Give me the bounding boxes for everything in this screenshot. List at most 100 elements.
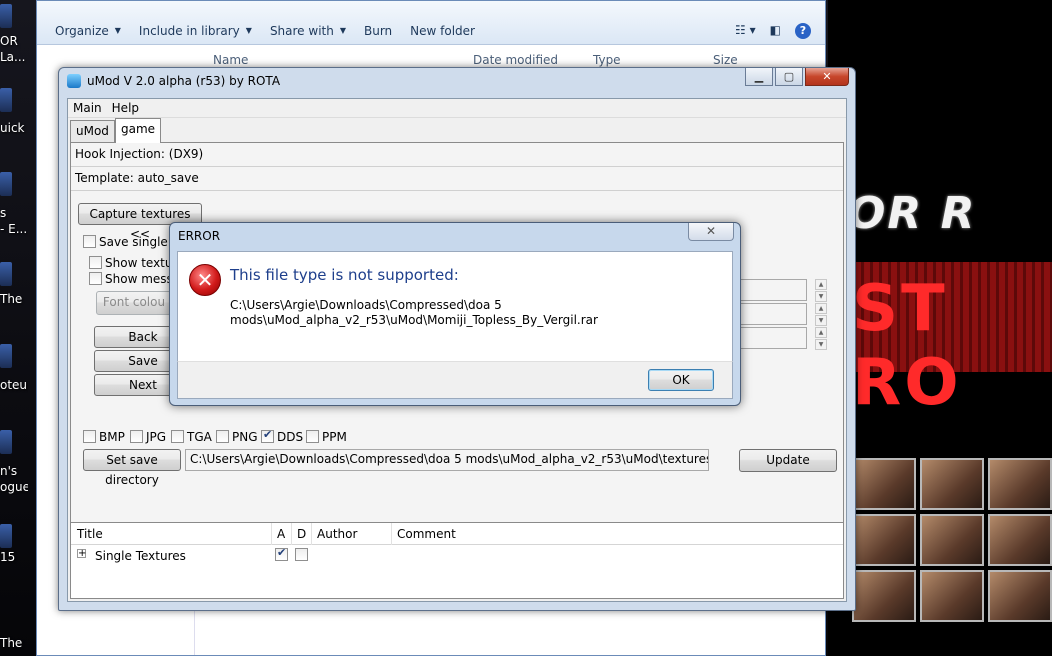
row-title: Single Textures [95,549,186,563]
error-dialog: ERROR ✕ ✕ This file type is not supporte… [169,222,741,406]
format-png-checkbox[interactable] [216,430,229,443]
column-comment[interactable]: Comment [397,527,456,541]
show-textures-checkbox[interactable] [89,256,102,269]
character-portrait [988,514,1052,566]
desktop-icon-1[interactable] [0,4,12,28]
explorer-toolbar: Organize ▼ Include in library ▼ Share with… [37,1,825,45]
font-colour-button[interactable]: Font colou [96,291,172,315]
spin-up-icon: ▲ [815,327,827,338]
show-messages-checkbox[interactable] [89,272,102,285]
umod-titlebar[interactable]: uMod V 2.0 alpha (r53) by ROTA ▁ ▢ ✕ [59,68,855,94]
format-bmp-checkbox[interactable] [83,430,96,443]
expand-icon[interactable]: + [77,549,86,559]
format-tga-label: TGA [187,430,212,444]
column-separator [271,523,272,545]
menu-main[interactable]: Main [68,101,107,115]
column-name[interactable]: Name [213,53,248,67]
column-author[interactable]: Author [317,527,357,541]
desktop-icon-label: La... [0,50,26,64]
row-a-checkbox[interactable] [275,546,288,561]
column-date-modified[interactable]: Date modified [473,53,558,67]
row-d-checkbox[interactable] [295,548,308,561]
spin-down-icon: ▼ [815,315,827,326]
column-title[interactable]: Title [77,527,103,541]
desktop-icon-label: s [0,206,7,220]
desktop-icon-7[interactable] [0,524,12,548]
column-separator [391,523,392,545]
spinner-1[interactable]: ▲ ▼ [815,279,827,303]
organize-label: Organize [55,23,109,38]
column-type[interactable]: Type [593,53,621,67]
tab-umod[interactable]: uMod [70,120,115,142]
character-portrait [988,458,1052,510]
dialog-body: ✕ This file type is not supported: C:\Us… [177,251,733,361]
format-ppm-label: PPM [322,430,347,444]
game-banner-lettering: ST RO [852,272,962,420]
organize-menu[interactable]: Organize ▼ [55,24,121,38]
minimize-button[interactable]: ▁ [745,68,773,86]
tab-strip: uMod game [68,118,846,143]
preview-pane-icon[interactable]: ◧ [770,23,781,39]
tab-game[interactable]: game [115,118,162,143]
desktop-icon-6[interactable] [0,430,12,454]
dialog-title: ERROR [178,229,221,243]
close-icon: ✕ [822,70,832,83]
character-portrait [852,570,916,622]
format-jpg-label: JPG [146,430,167,444]
column-separator [291,523,292,545]
save-directory-field[interactable]: C:\Users\Argie\Downloads\Compressed\doa … [185,449,709,471]
desktop-icon-5[interactable] [0,344,12,368]
template-label: Template: auto_save [71,167,843,191]
format-jpg-checkbox[interactable] [130,430,143,443]
column-a[interactable]: A [277,527,285,541]
desktop-icon-label: ogue [0,480,28,494]
include-in-library-menu[interactable]: Include in library ▼ [139,24,252,38]
column-size[interactable]: Size [713,53,738,67]
format-dds-checkbox[interactable] [261,428,274,443]
character-portrait [920,458,984,510]
desktop-icon-3[interactable] [0,172,12,196]
maximize-icon: ▢ [783,70,795,83]
spinner-2[interactable]: ▲ ▼ [815,303,827,327]
desktop-icon-2[interactable] [0,88,12,112]
format-tga-checkbox[interactable] [171,430,184,443]
new-folder-button[interactable]: New folder [410,24,475,38]
desktop-icon-label: The [0,292,23,306]
character-portrait [920,514,984,566]
save-single-checkbox[interactable] [83,235,96,248]
maximize-button[interactable]: ▢ [775,68,803,86]
desktop-icon-label: OR [0,34,18,48]
column-d[interactable]: D [297,527,306,541]
format-ppm-checkbox[interactable] [306,430,319,443]
share-with-label: Share with [269,23,334,38]
help-icon[interactable]: ? [795,22,811,39]
game-logo-art: OR R [848,188,977,239]
character-portrait [852,514,916,566]
close-button[interactable]: ✕ [805,68,849,86]
view-options-icon[interactable]: ☷ ▾ [735,23,756,39]
set-save-directory-button[interactable]: Set save directory [83,449,181,487]
spin-up-icon: ▲ [815,303,827,314]
game-background-art: OR R ST RO [828,0,1052,656]
update-button[interactable]: Update [739,449,837,472]
desktop-icon-label: n's [0,464,18,478]
menu-help[interactable]: Help [107,101,144,115]
spinner-3[interactable]: ▲ ▼ [815,327,827,351]
chevron-down-icon: ▼ [339,26,346,35]
desktop-icon-label: The [0,636,23,650]
tree-header: Title A D Author Comment [71,523,843,545]
desktop-icon-label: - E... [0,222,28,236]
include-in-library-label: Include in library [138,23,240,38]
ok-button[interactable]: OK [648,369,714,391]
dialog-close-button[interactable]: ✕ [688,223,734,241]
share-with-menu[interactable]: Share with ▼ [270,24,346,38]
table-row[interactable]: + Single Textures [71,545,843,567]
desktop-icon-label: uick [0,121,25,135]
spin-up-icon: ▲ [815,279,827,290]
burn-button[interactable]: Burn [364,24,392,38]
texture-tree: Title A D Author Comment + Single Textur… [70,522,844,599]
window-controls: ▁ ▢ ✕ [745,68,849,86]
desktop-icon-4[interactable] [0,262,12,286]
character-portrait [988,570,1052,622]
format-bmp-label: BMP [99,430,125,444]
